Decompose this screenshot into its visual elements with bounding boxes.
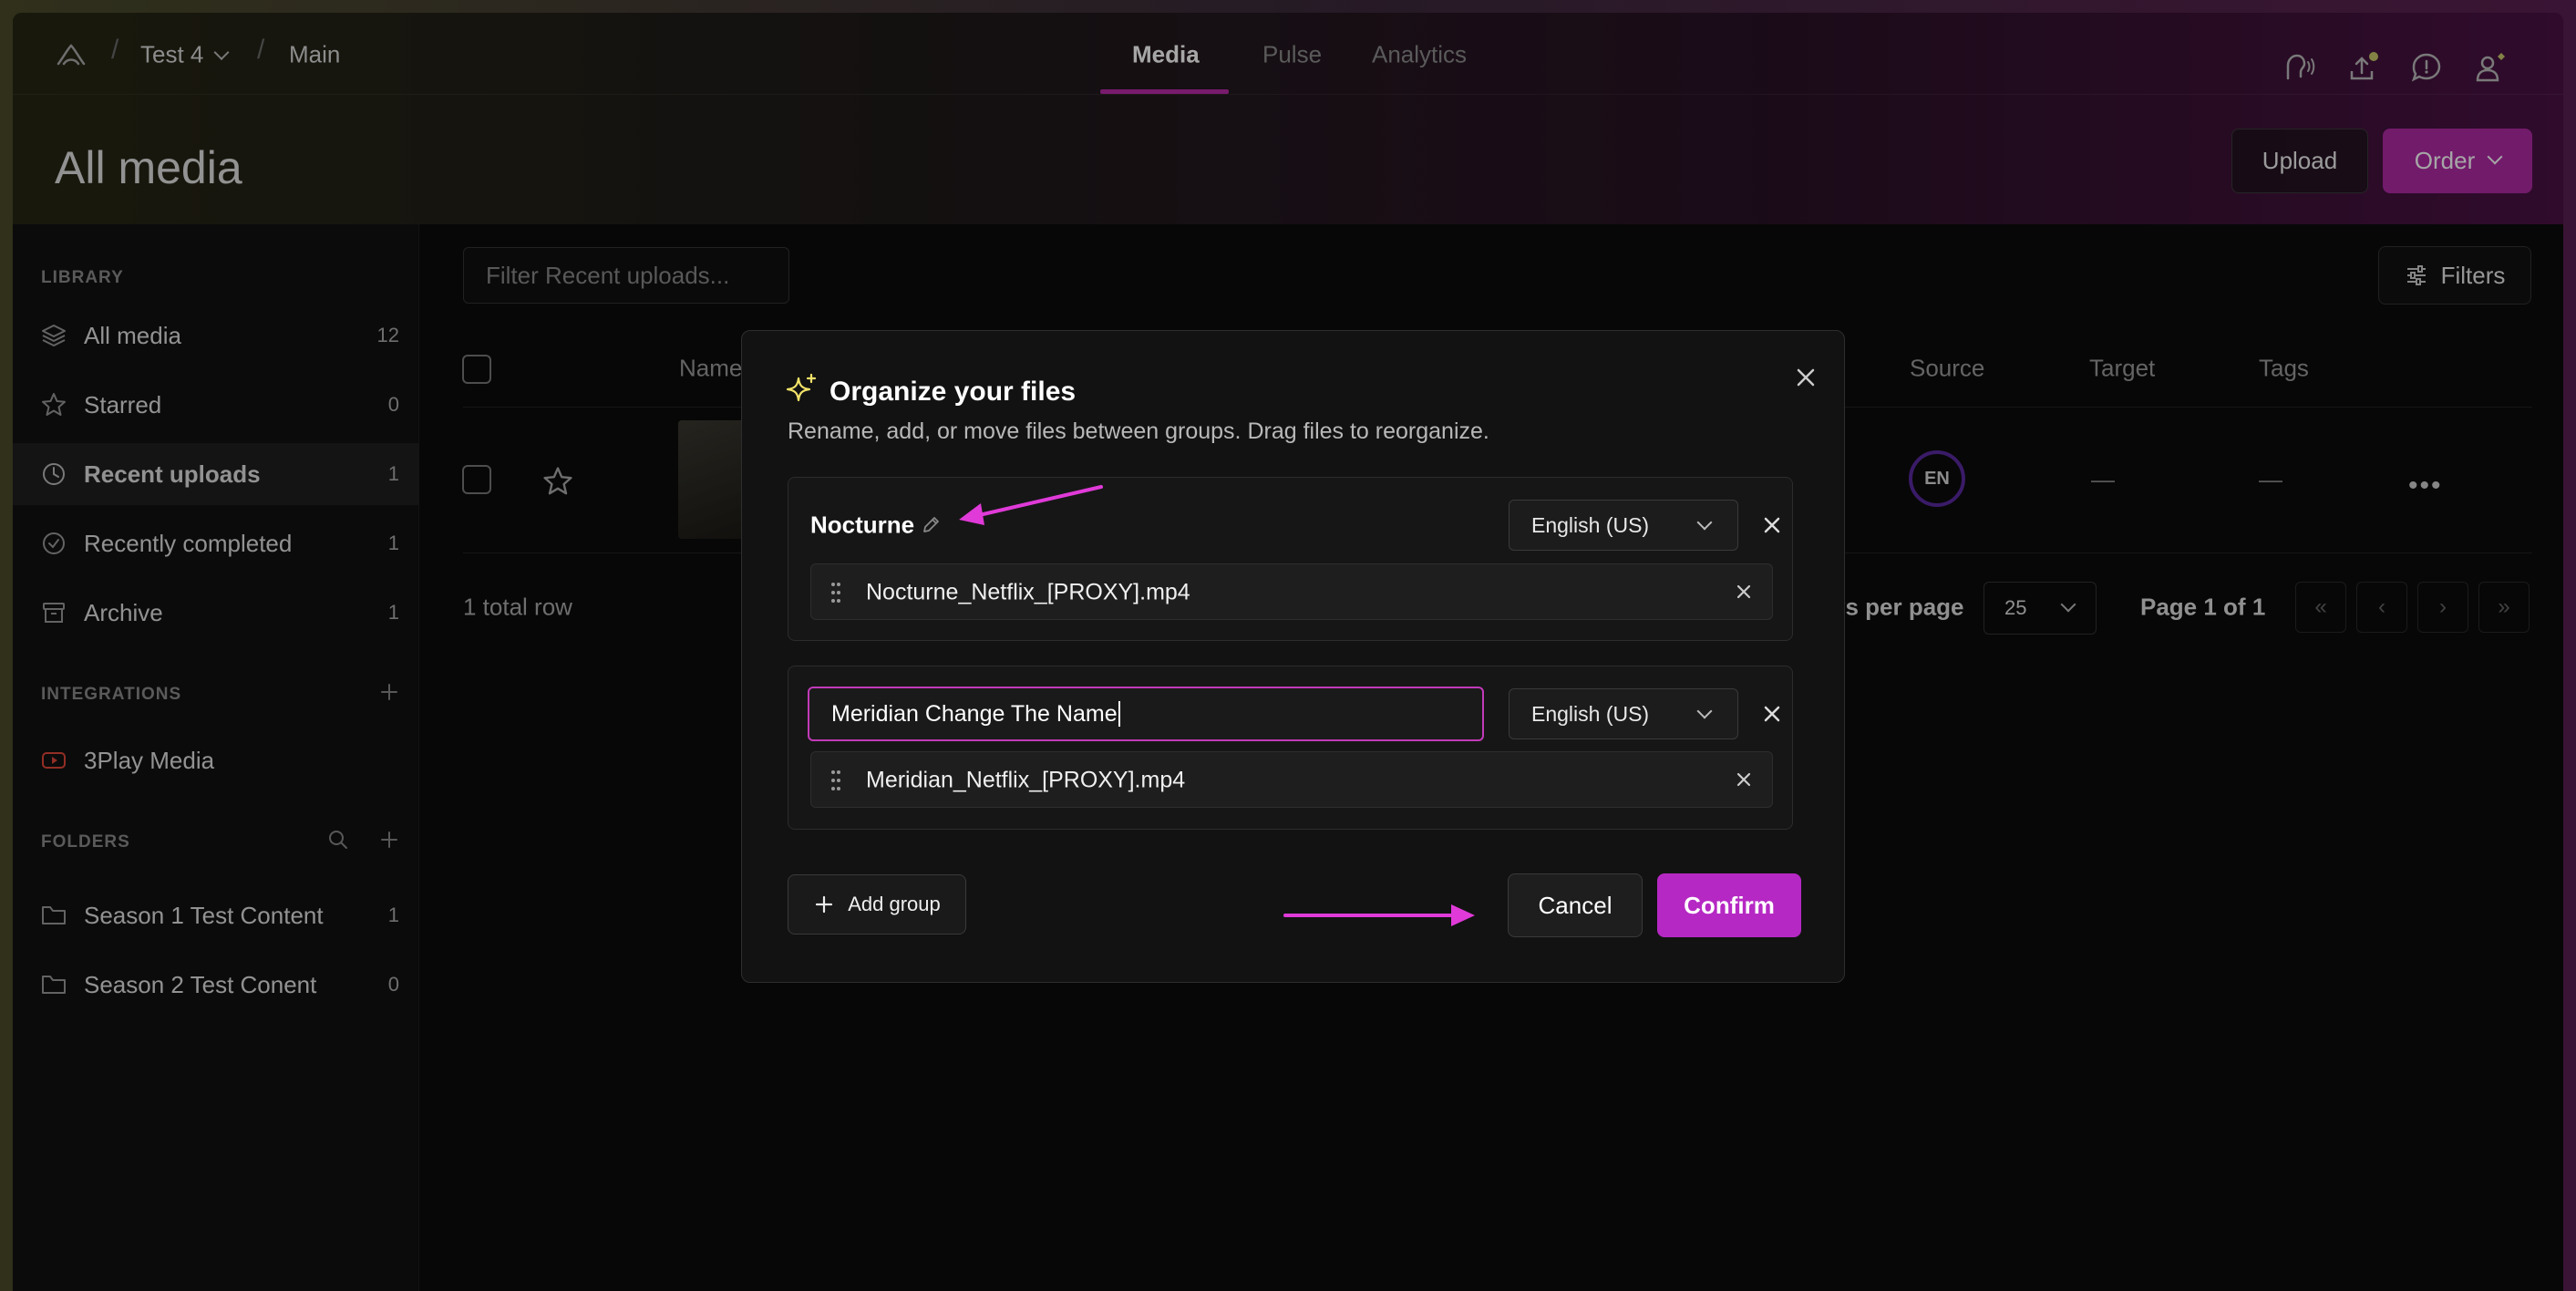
remove-file-icon[interactable] [1734,769,1754,790]
language-select[interactable]: English (US) [1509,688,1738,739]
remove-group-icon[interactable] [1760,513,1784,537]
file-group: Nocturne English (US) Nocturne_Netflix_[… [788,477,1793,641]
file-name: Nocturne_Netflix_[PROXY].mp4 [866,579,1190,605]
confirm-button[interactable]: Confirm [1657,873,1801,937]
plus-icon [816,895,833,914]
add-group-label: Add group [848,893,941,915]
file-item[interactable]: Meridian_Netflix_[PROXY].mp4 [810,751,1773,808]
dialog-title: Organize your files [829,377,1077,407]
drag-handle-icon[interactable] [829,580,842,605]
add-group-button[interactable]: Add group [788,874,966,935]
organize-files-dialog: Organize your files Rename, add, or move… [741,330,1845,983]
chevron-down-icon [1696,514,1713,531]
cancel-button[interactable]: Cancel [1508,873,1643,937]
dialog-subtitle: Rename, add, or move files between group… [788,418,1489,444]
file-group: Meridian Change The Name English (US) Me… [788,666,1793,830]
group-name-input[interactable]: Meridian Change The Name [808,687,1484,741]
chevron-down-icon [1696,703,1713,719]
file-name: Meridian_Netflix_[PROXY].mp4 [866,767,1186,793]
pencil-icon[interactable] [921,515,941,535]
file-item[interactable]: Nocturne_Netflix_[PROXY].mp4 [810,563,1773,620]
language-select[interactable]: English (US) [1509,500,1738,551]
remove-group-icon[interactable] [1760,702,1784,726]
close-icon[interactable] [1792,364,1819,391]
group-name[interactable]: Nocturne [810,511,914,540]
language-value: English (US) [1531,701,1650,726]
drag-handle-icon[interactable] [829,768,842,793]
group-name-value: Meridian Change The Name [831,700,1118,727]
sparkle-icon [786,373,817,402]
text-caret [1118,701,1120,727]
remove-file-icon[interactable] [1734,582,1754,602]
language-value: English (US) [1531,512,1650,537]
